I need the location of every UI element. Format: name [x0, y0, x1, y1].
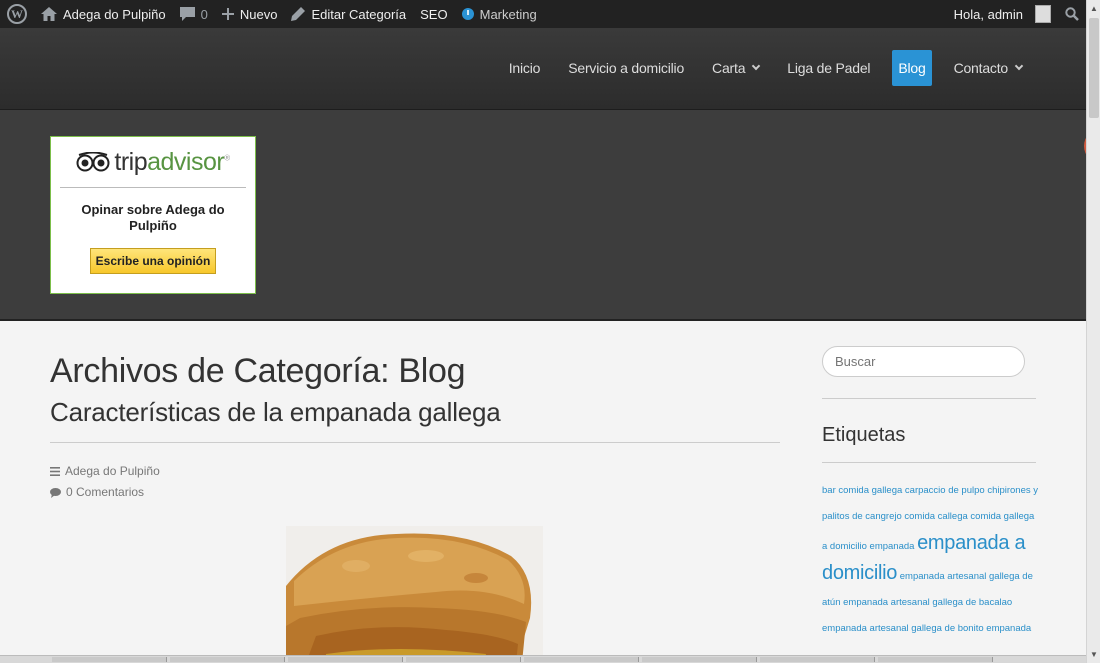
new-content-menu[interactable]: Nuevo — [215, 0, 285, 28]
taskbar-tab[interactable] — [760, 657, 875, 662]
divider — [822, 462, 1036, 463]
chevron-down-icon — [1014, 61, 1024, 71]
chevron-down-icon — [752, 61, 761, 71]
marketing-menu[interactable]: Marketing — [455, 0, 544, 28]
nav-item-liga-padel[interactable]: Liga de Padel — [773, 50, 884, 86]
greeting: Hola, admin — [953, 6, 1023, 22]
page-title: Archivos de Categoría: Blog — [50, 352, 466, 390]
nav-item-carta[interactable]: Carta — [698, 50, 773, 86]
tag-cloud: bar comida gallega carpaccio de pulpo ch… — [822, 478, 1040, 642]
taskbar-tab[interactable] — [878, 657, 993, 662]
new-label: Nuevo — [239, 6, 278, 22]
scroll-up-icon[interactable]: ▲ — [1090, 4, 1098, 13]
scrollbar-thumb[interactable] — [1089, 18, 1099, 118]
power-icon — [461, 8, 474, 20]
edit-category-link[interactable]: Editar Categoría — [284, 0, 413, 28]
tag-link[interactable]: comida callega — [904, 511, 967, 522]
nav-label: Inicio — [508, 60, 541, 76]
account-menu[interactable]: Hola, admin — [947, 0, 1058, 28]
author-name: Adega do Pulpiño — [65, 464, 160, 478]
logo-advisor: advisor — [147, 147, 225, 176]
nav-label: Contacto — [953, 60, 1009, 76]
wordpress-menu[interactable]: W — [0, 0, 34, 28]
comments-count: 0 Comentarios — [66, 485, 145, 499]
tripadvisor-text[interactable]: Opinar sobre Adega do Pulpiño — [51, 202, 255, 234]
taskbar-tab[interactable] — [406, 657, 521, 662]
main-content: Archivos de Categoría: Blog Característi… — [50, 352, 780, 663]
seo-menu[interactable]: SEO — [413, 0, 454, 28]
post-featured-image[interactable] — [286, 526, 543, 663]
nav-label: Liga de Padel — [787, 60, 871, 76]
plus-icon — [221, 8, 234, 20]
divider — [50, 442, 780, 443]
divider — [60, 187, 246, 188]
comment-icon — [50, 487, 61, 498]
nav-item-servicio[interactable]: Servicio a domicilio — [554, 50, 698, 86]
search-input[interactable] — [822, 346, 1025, 377]
write-review-button[interactable]: Escribe una opinión — [89, 248, 217, 274]
pencil-icon — [291, 7, 306, 21]
admin-search[interactable] — [1058, 0, 1086, 28]
main-nav: Inicio Servicio a domicilio Carta Liga d… — [495, 50, 1036, 86]
nav-item-blog[interactable]: Blog — [892, 50, 932, 86]
tag-link[interactable]: empanada — [986, 623, 1031, 634]
search-icon — [1065, 7, 1079, 21]
site-header: Inicio Servicio a domicilio Carta Liga d… — [0, 28, 1086, 110]
marketing-label: Marketing — [479, 6, 537, 22]
tags-widget-title: Etiquetas — [822, 424, 906, 446]
tripadvisor-widget: tripadvisor® Opinar sobre Adega do Pulpi… — [50, 136, 256, 294]
admin-bar: W Adega do Pulpiño 0 Nuevo Editar Catego… — [0, 0, 1086, 28]
site-name: Adega do Pulpiño — [63, 6, 166, 22]
owl-icon — [76, 152, 110, 172]
post-meta: Adega do Pulpiño 0 Comentarios — [50, 461, 780, 503]
nav-label: Servicio a domicilio — [568, 60, 685, 76]
nav-item-inicio[interactable]: Inicio — [495, 50, 554, 86]
taskbar-tab[interactable] — [170, 657, 285, 662]
header-banner: tripadvisor® Opinar sobre Adega do Pulpi… — [0, 110, 1086, 321]
avatar — [1035, 5, 1051, 23]
taskbar-tab[interactable] — [52, 657, 167, 662]
nav-label: Carta — [712, 60, 746, 76]
tag-link[interactable]: empanada artesanal gallega de bonito — [822, 623, 984, 634]
nav-item-contacto[interactable]: Contacto — [940, 50, 1036, 86]
comment-icon — [179, 7, 195, 21]
wordpress-logo-icon: W — [7, 4, 27, 24]
site-name-menu[interactable]: Adega do Pulpiño — [34, 0, 173, 28]
comments-menu[interactable]: 0 — [173, 0, 215, 28]
tag-link[interactable]: empanada artesanal gallega de bacalao — [843, 597, 1012, 608]
tripadvisor-logo[interactable]: tripadvisor® — [51, 137, 255, 187]
post-title[interactable]: Características de la empanada gallega — [50, 397, 780, 428]
nav-label: Blog — [898, 60, 926, 76]
taskbar-tab[interactable] — [524, 657, 639, 662]
scroll-down-icon[interactable]: ▼ — [1090, 650, 1098, 659]
list-icon — [50, 467, 60, 476]
taskbar-tab[interactable] — [642, 657, 757, 662]
edit-label: Editar Categoría — [311, 6, 407, 22]
tag-link[interactable]: carpaccio de pulpo — [905, 485, 985, 496]
home-icon — [41, 7, 57, 21]
sidebar: Etiquetas bar comida gallega carpaccio d… — [822, 346, 1040, 642]
taskbar-tab[interactable] — [288, 657, 403, 662]
comments-count: 0 — [200, 6, 208, 22]
vertical-scrollbar[interactable]: ▲ ▼ — [1086, 0, 1100, 663]
divider — [822, 398, 1036, 399]
seo-label: SEO — [420, 6, 448, 22]
logo-registered-mark: ® — [224, 153, 230, 163]
post-comments[interactable]: 0 Comentarios — [50, 482, 780, 503]
bottom-taskbar — [0, 655, 1086, 663]
post-author[interactable]: Adega do Pulpiño — [50, 461, 780, 482]
logo-trip: trip — [114, 147, 148, 176]
empanada-image — [286, 526, 543, 663]
tag-link[interactable]: empanada — [870, 541, 915, 552]
tag-link[interactable]: bar comida gallega — [822, 485, 902, 496]
